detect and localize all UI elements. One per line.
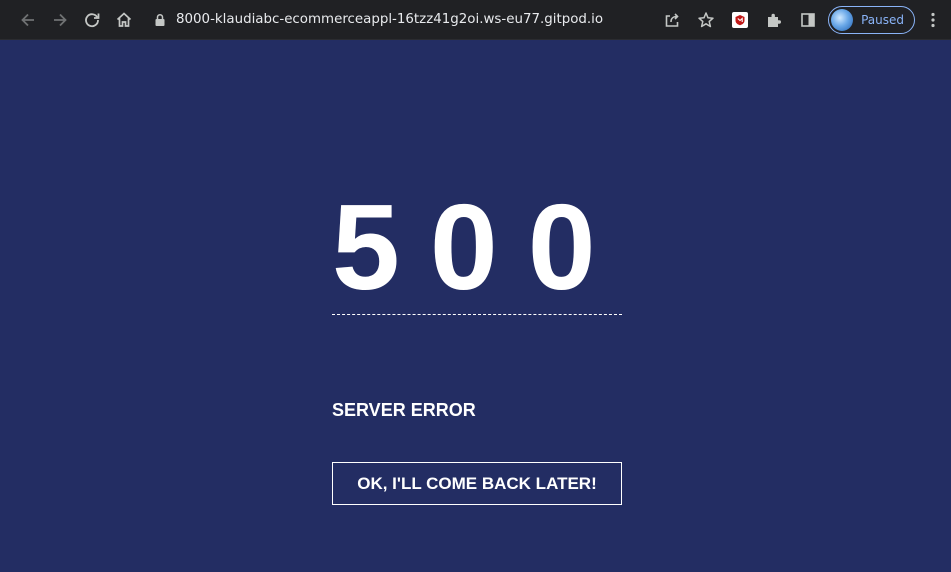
url-text[interactable]: 8000-klaudiabc-ecommerceappl-16tzz41g2oi… <box>176 12 603 27</box>
address-bar[interactable]: 8000-klaudiabc-ecommerceappl-16tzz41g2oi… <box>140 0 654 40</box>
share-button[interactable] <box>656 4 688 36</box>
home-icon <box>116 11 132 27</box>
navigation-controls <box>0 0 140 40</box>
profile-button[interactable]: Paused <box>828 5 915 34</box>
arrow-right-icon <box>54 13 67 26</box>
extensions-button[interactable] <box>758 4 790 36</box>
browser-menu-button[interactable] <box>923 4 943 36</box>
profile-status-label: Paused <box>861 12 904 27</box>
error-code: 500 <box>332 179 626 315</box>
toolbar-actions: Paused <box>654 4 951 36</box>
puzzle-icon <box>768 13 782 27</box>
side-panel-button[interactable] <box>792 4 824 36</box>
bookmark-button[interactable] <box>690 4 722 36</box>
kebab-menu-icon <box>931 12 935 27</box>
error-page: 500 SERVER ERROR OK, I'LL COME BACK LATE… <box>0 40 951 572</box>
back-button[interactable] <box>12 4 44 36</box>
reload-icon <box>85 12 100 27</box>
avatar <box>831 8 854 31</box>
arrow-left-icon <box>21 13 34 26</box>
mcafee-shield-icon <box>732 11 749 28</box>
dashed-divider <box>332 314 622 315</box>
lock-icon[interactable] <box>154 13 166 27</box>
come-back-later-button[interactable]: OK, I'LL COME BACK LATER! <box>332 462 622 505</box>
side-panel-icon <box>801 12 815 27</box>
home-button[interactable] <box>108 4 140 36</box>
reload-button[interactable] <box>76 4 108 36</box>
mcafee-extension-button[interactable] <box>724 4 756 36</box>
star-icon <box>698 11 714 27</box>
forward-button[interactable] <box>44 4 76 36</box>
share-icon <box>665 12 679 27</box>
error-message: SERVER ERROR <box>332 400 476 420</box>
browser-toolbar: 8000-klaudiabc-ecommerceappl-16tzz41g2oi… <box>0 0 951 40</box>
